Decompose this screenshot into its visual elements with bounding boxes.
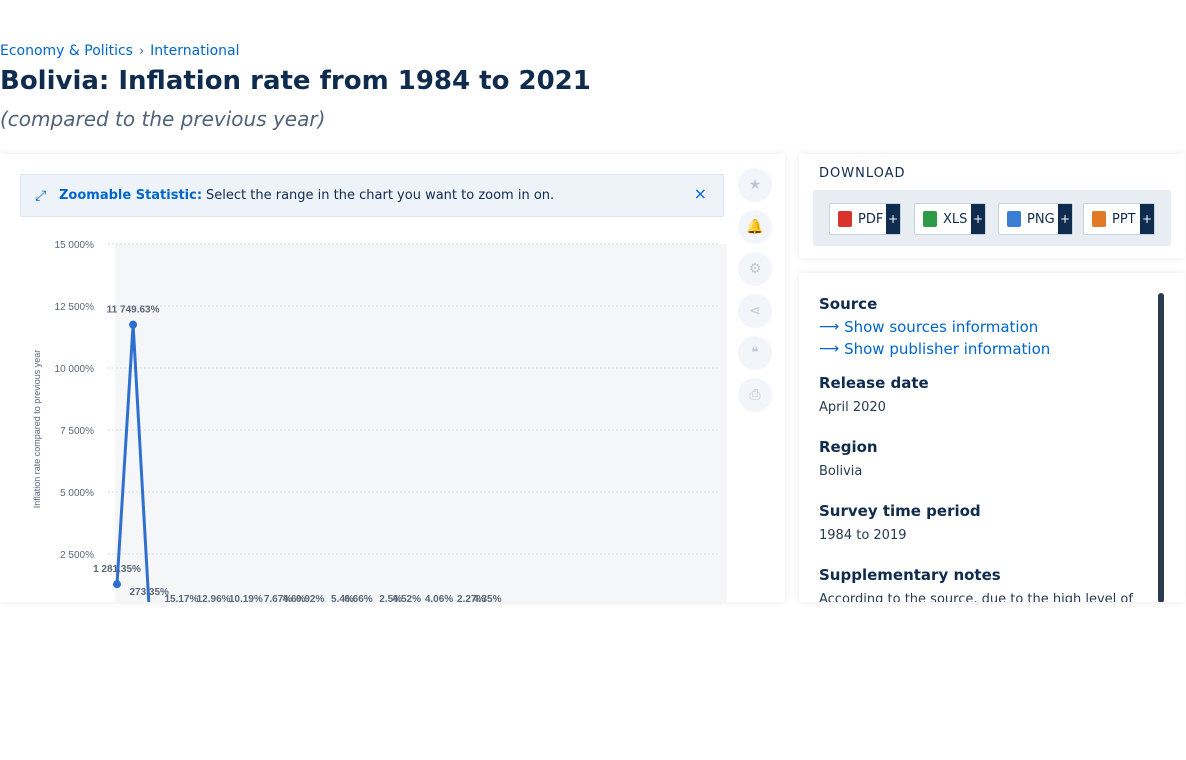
inflation-line-chart[interactable]: 15 000% 12 500% 10 000% 7 500% 5 000% 2 500% I… <box>0 154 740 602</box>
y-tick-label: 2 500% <box>60 550 94 561</box>
xls-file-icon <box>923 211 937 227</box>
breadcrumb-separator: › <box>138 43 145 59</box>
column-band <box>179 244 212 602</box>
data-label: 273.35% <box>129 587 169 598</box>
column-band <box>243 244 276 602</box>
data-label: 12.96% <box>197 594 231 602</box>
column-band <box>662 244 695 602</box>
column-band <box>469 244 502 602</box>
pdf-file-icon <box>838 211 852 227</box>
download-xls-button[interactable]: XLS + <box>914 203 986 235</box>
column-band <box>501 244 534 602</box>
column-band <box>340 244 373 602</box>
column-band <box>372 244 405 602</box>
show-sources-link[interactable]: ⟶ Show sources information <box>819 318 1139 336</box>
breadcrumb-link-international[interactable]: International <box>150 43 239 59</box>
data-label: 0.92% <box>296 594 324 602</box>
favorite-star-icon[interactable]: ★ <box>738 168 772 202</box>
data-label: 10.19% <box>229 594 263 602</box>
column-band <box>533 244 566 602</box>
show-publisher-link[interactable]: ⟶ Show publisher information <box>819 340 1139 358</box>
show-publisher-text: Show publisher information <box>844 340 1051 358</box>
plus-icon: + <box>1140 204 1154 234</box>
print-icon[interactable]: ⎙ <box>738 378 772 412</box>
breadcrumb-link-economy[interactable]: Economy & Politics <box>0 43 133 59</box>
data-label: 1 281.35% <box>93 564 141 575</box>
page-subtitle: (compared to the previous year) <box>0 107 326 131</box>
settings-gear-icon[interactable]: ⚙ <box>738 252 772 286</box>
download-title: DOWNLOAD <box>819 166 906 181</box>
share-icon[interactable]: ⋖ <box>738 294 772 328</box>
download-ppt-label: PPT <box>1112 211 1136 227</box>
column-band <box>211 244 244 602</box>
column-band <box>630 244 663 602</box>
ppt-file-icon <box>1092 211 1106 227</box>
column-band <box>147 244 180 602</box>
y-tick-label: 15 000% <box>55 240 95 251</box>
arrow-right-icon: ⟶ <box>819 319 840 335</box>
data-label: 6.66% <box>344 594 372 602</box>
y-tick-label: 10 000% <box>55 364 95 375</box>
source-label: Source <box>819 295 878 313</box>
citation-quote-icon[interactable]: ❝ <box>738 336 772 370</box>
plus-icon: + <box>886 204 900 234</box>
download-xls-label: XLS <box>943 211 968 227</box>
survey-period-value: 1984 to 2019 <box>819 528 907 543</box>
data-label: 4.35% <box>473 594 501 602</box>
y-tick-label: 7 500% <box>60 426 94 437</box>
download-png-button[interactable]: PNG + <box>998 203 1073 235</box>
region-value: Bolivia <box>819 464 863 479</box>
data-point <box>129 320 138 329</box>
notification-bell-icon[interactable]: 🔔 <box>738 210 772 244</box>
column-band <box>694 244 727 602</box>
data-point <box>113 580 121 589</box>
region-label: Region <box>819 438 878 456</box>
release-date-label: Release date <box>819 374 929 392</box>
download-card: DOWNLOAD PDF + XLS + PNG + PPT + <box>799 154 1185 258</box>
supplementary-notes-label: Supplementary notes <box>819 566 1001 584</box>
page-title: Bolivia: Inflation rate from 1984 to 202… <box>0 66 591 96</box>
y-axis-label: Inflation rate compared to previous year <box>32 350 42 509</box>
chart-card: ⤢ Zoomable Statistic: Select the range i… <box>0 154 785 602</box>
download-png-label: PNG <box>1027 211 1055 227</box>
chart-toolbar: ★ 🔔 ⚙ ⋖ ❝ ⎙ <box>738 168 772 420</box>
info-scrollbar[interactable] <box>1158 293 1164 602</box>
download-buttons: PDF + XLS + PNG + PPT + <box>813 190 1171 246</box>
download-ppt-button[interactable]: PPT + <box>1083 203 1155 235</box>
data-label: 4.06% <box>425 594 453 602</box>
download-pdf-button[interactable]: PDF + <box>829 203 901 235</box>
y-tick-label: 5 000% <box>60 488 94 499</box>
show-sources-text: Show sources information <box>844 318 1039 336</box>
download-pdf-label: PDF <box>858 211 884 227</box>
column-band <box>276 244 309 602</box>
data-label: 15.17% <box>164 594 198 602</box>
release-date-value: April 2020 <box>819 400 886 415</box>
png-file-icon <box>1007 211 1021 227</box>
data-label: 11 749.63% <box>107 305 160 316</box>
statistic-info-card: Source ⟶ Show sources information ⟶ Show p… <box>799 273 1185 602</box>
column-band <box>308 244 341 602</box>
data-label: 4.52% <box>393 594 421 602</box>
arrow-right-icon: ⟶ <box>819 341 840 357</box>
column-band <box>598 244 631 602</box>
column-band <box>437 244 470 602</box>
y-tick-label: 12 500% <box>55 302 95 313</box>
breadcrumb: Economy & Politics › International <box>0 43 240 59</box>
survey-period-label: Survey time period <box>819 502 981 520</box>
plus-icon: + <box>1058 204 1072 234</box>
plus-icon: + <box>971 204 985 234</box>
column-band <box>565 244 598 602</box>
column-band <box>404 244 437 602</box>
supplementary-notes-value: According to the source, due to the high… <box>819 592 1133 602</box>
